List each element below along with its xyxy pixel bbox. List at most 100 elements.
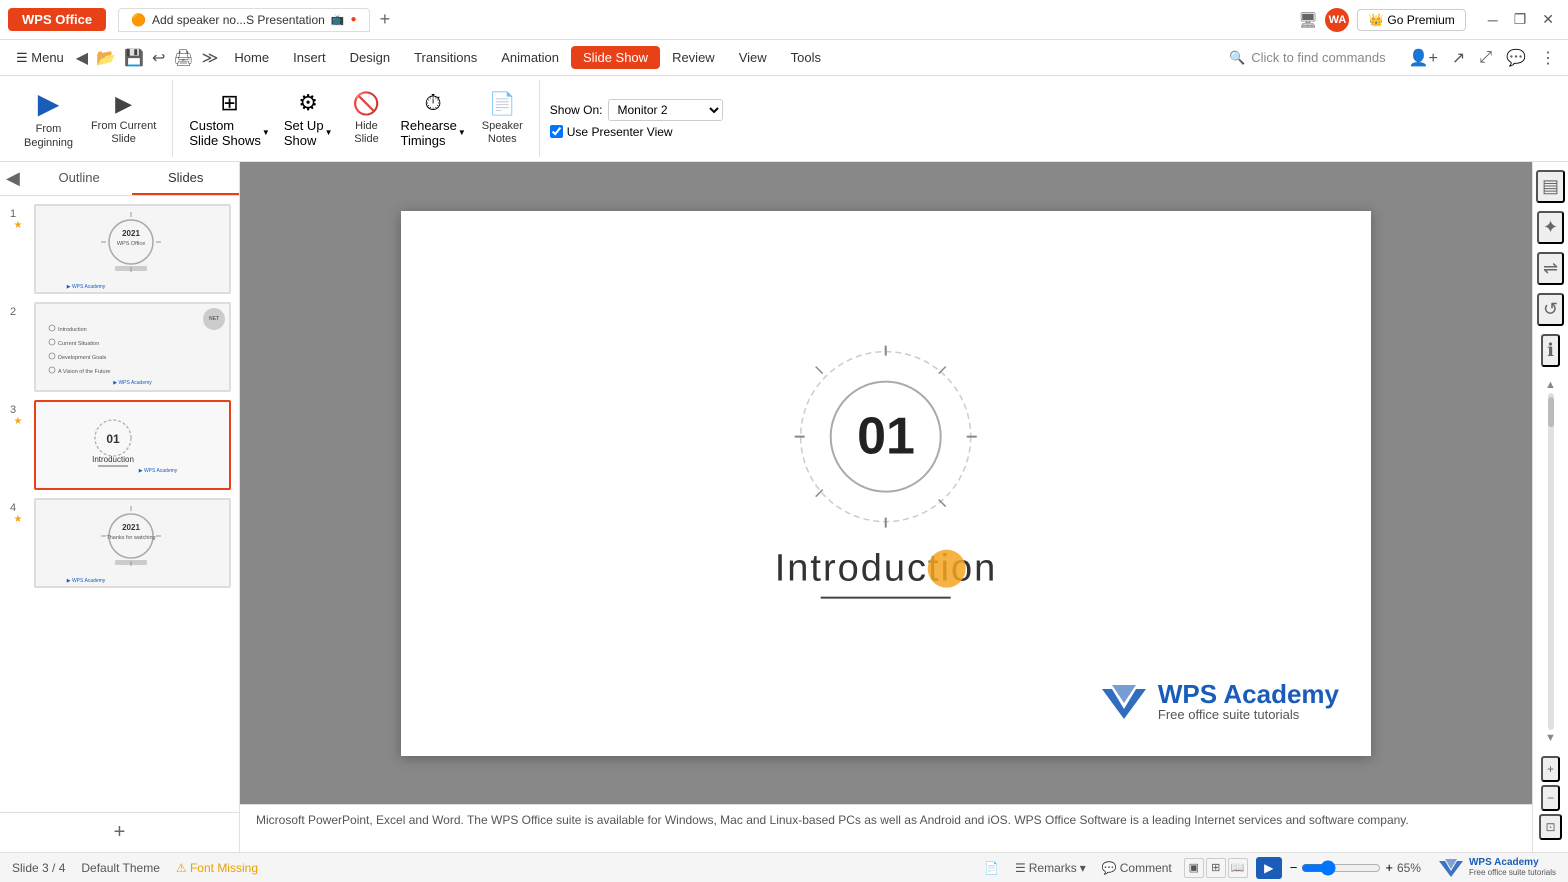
zoom-in-icon[interactable]: + [1541, 756, 1560, 782]
tab-transitions[interactable]: Transitions [402, 46, 489, 69]
notes-toggle-button[interactable]: 📄 [980, 859, 1003, 877]
bottom-text: Microsoft PowerPoint, Excel and Word. Th… [256, 813, 1409, 827]
fit-screen-icon[interactable]: ⊡ [1539, 814, 1561, 840]
quick-access-save[interactable]: 💾 [120, 46, 148, 70]
font-missing: ⚠ Font Missing [176, 861, 258, 875]
bottom-right-icons: + − ⊡ [1539, 756, 1561, 844]
tab-review[interactable]: Review [660, 46, 727, 69]
quick-access-print[interactable]: 🖨 [169, 46, 197, 70]
svg-text:Introduction: Introduction [58, 327, 87, 333]
premium-button[interactable]: 👑 Go Premium [1357, 9, 1465, 31]
scroll-up-button[interactable]: ▲ [1545, 379, 1556, 391]
add-slide-button[interactable]: + [114, 821, 126, 844]
slide-num-1: 1 [10, 204, 26, 220]
slide-thumb-1[interactable]: 1 ★ 2021 WPS Office [8, 204, 231, 294]
presenter-view-label: Use Presenter View [567, 125, 673, 139]
slide-thumbnail-1[interactable]: 2021 WPS Office ▶ WPS Academy [34, 204, 231, 294]
slide-num-2: 2 [10, 302, 26, 318]
quick-access-open[interactable]: 📂 [92, 46, 120, 70]
slide-thumb-4[interactable]: 4 ★ 2021 Thanks for watching [8, 498, 231, 588]
slide-thumbnail-2[interactable]: NET Introduction Current Situation Devel… [34, 302, 231, 392]
slide-thumbnail-3[interactable]: 01 Introduction ▶ WPS Academy [34, 400, 231, 490]
expand-icon[interactable]: ⤢ [1475, 47, 1496, 69]
show-on-label: Show On: [550, 103, 603, 117]
tab-insert[interactable]: Insert [281, 46, 338, 69]
quick-access-more[interactable]: ≫ [198, 46, 223, 70]
tab-outline[interactable]: Outline [26, 162, 133, 195]
reading-view-icon[interactable]: 📖 [1228, 858, 1248, 878]
set-up-show-button[interactable]: ⚙ Set UpShow ▼ [278, 86, 339, 152]
slide-star-4: ★ [14, 514, 23, 525]
svg-text:Current Situation: Current Situation [58, 341, 99, 347]
add-slide-area: + [0, 812, 239, 852]
tab-tools[interactable]: Tools [779, 46, 833, 69]
status-bar: Slide 3 / 4 Default Theme ⚠ Font Missing… [0, 852, 1568, 882]
play-button[interactable]: ▶ [1256, 857, 1282, 879]
sidebar: ◀ Outline Slides 1 ★ 2021 WPS O [0, 162, 240, 852]
remarks-button[interactable]: ☰ Remarks ▾ [1011, 859, 1090, 877]
command-search[interactable]: 🔍 Click to find commands [1218, 45, 1397, 71]
setup-icon: ⚙ [298, 90, 318, 116]
add-tab-button[interactable]: + [374, 9, 397, 30]
slide-circle-wrapper: 01 [791, 342, 981, 532]
tab-slideshow[interactable]: Slide Show [571, 46, 660, 69]
more-icon[interactable]: ⋮ [1536, 46, 1560, 70]
tab-design[interactable]: Design [338, 46, 402, 69]
comment-icon[interactable]: 💬 [1502, 46, 1530, 70]
speaker-notes-button[interactable]: 📄 SpeakerNotes [474, 87, 531, 150]
presenter-view-checkbox[interactable] [550, 125, 563, 138]
tab-home[interactable]: Home [222, 46, 281, 69]
custom-slide-arrow: ▼ [262, 128, 270, 137]
monitor-select[interactable]: Monitor 2 Monitor 1 Primary Monitor [608, 99, 723, 121]
slide-thumb-3[interactable]: 3 ★ 01 Introduction ▶ WPS Academy [8, 400, 231, 490]
menu-button[interactable]: ☰ Menu [8, 46, 72, 70]
from-current-slide-button[interactable]: ▶ From CurrentSlide [83, 87, 164, 150]
rehearse-timings-button[interactable]: ⏱ RehearseTimings ▼ [394, 86, 471, 152]
bottom-notes-area: Microsoft PowerPoint, Excel and Word. Th… [240, 804, 1532, 852]
slide-canvas: 01 Introduction [401, 211, 1371, 756]
play-from-current-icon: ▶ [115, 91, 132, 117]
right-info-icon[interactable]: ℹ [1541, 334, 1560, 367]
close-button[interactable]: ✕ [1536, 9, 1560, 30]
tab-view[interactable]: View [727, 46, 779, 69]
monitor-icon: 🖥 [1298, 11, 1317, 29]
ribbon-toolbar: ▶ FromBeginning ▶ From CurrentSlide ⊞ Cu… [0, 76, 1568, 162]
doc-icon: 🟠 [131, 13, 146, 27]
tab-slides[interactable]: Slides [132, 162, 239, 195]
zoom-slider[interactable] [1301, 860, 1381, 876]
normal-view-icon[interactable]: ▣ [1184, 858, 1204, 878]
from-beginning-button[interactable]: ▶ FromBeginning [16, 83, 81, 153]
title-bar-right: 🖥 WA 👑 Go Premium ─ ❐ ✕ [1298, 8, 1560, 32]
avatar[interactable]: WA [1325, 8, 1349, 32]
share-icon[interactable]: 👤+ [1405, 46, 1442, 70]
nav-back-button[interactable]: ◀ [72, 46, 92, 70]
minimize-button[interactable]: ─ [1482, 9, 1504, 30]
right-properties-icon[interactable]: ▤ [1536, 170, 1565, 203]
zoom-out-icon[interactable]: − [1541, 785, 1560, 811]
slide-thumb-2[interactable]: 2 NET Introduction Current Situation Dev… [8, 302, 231, 392]
wps-logo-button[interactable]: WPS Office [8, 8, 106, 31]
slide-thumbnail-4[interactable]: 2021 Thanks for watching ▶ WPS Academy [34, 498, 231, 588]
hide-label: HideSlide [354, 120, 378, 146]
slides-panel: 1 ★ 2021 WPS Office [0, 196, 239, 812]
comment-button[interactable]: 💬 Comment [1098, 859, 1176, 877]
tab-animation[interactable]: Animation [489, 46, 571, 69]
hide-slide-button[interactable]: 🚫 HideSlide [340, 87, 392, 150]
grid-view-icon[interactable]: ⊞ [1206, 858, 1226, 878]
zoom-in-button[interactable]: + [1385, 860, 1393, 875]
wps-logo-row: WPS Academy Free office suite tutorials [1098, 681, 1339, 724]
right-animation-icon[interactable]: ✦ [1537, 211, 1564, 244]
right-history-icon[interactable]: ↺ [1537, 293, 1564, 326]
custom-slide-shows-button[interactable]: ⊞ CustomSlide Shows ▼ [183, 86, 275, 152]
zoom-level: 65% [1397, 861, 1421, 875]
sidebar-collapse-button[interactable]: ◀ [0, 164, 26, 193]
scroll-down-button[interactable]: ▼ [1545, 732, 1556, 744]
export-icon[interactable]: ↗ [1448, 46, 1469, 70]
document-tab[interactable]: 🟠 Add speaker no...S Presentation 📺 ● [118, 8, 369, 32]
wps-name: WPS Academy [1158, 681, 1339, 707]
right-transitions-icon[interactable]: ⇌ [1537, 252, 1564, 285]
quick-access-undo[interactable]: ↩ [148, 46, 169, 70]
zoom-out-button[interactable]: − [1290, 860, 1298, 875]
restore-button[interactable]: ❐ [1508, 9, 1533, 30]
speaker-icon: 📄 [489, 91, 516, 117]
